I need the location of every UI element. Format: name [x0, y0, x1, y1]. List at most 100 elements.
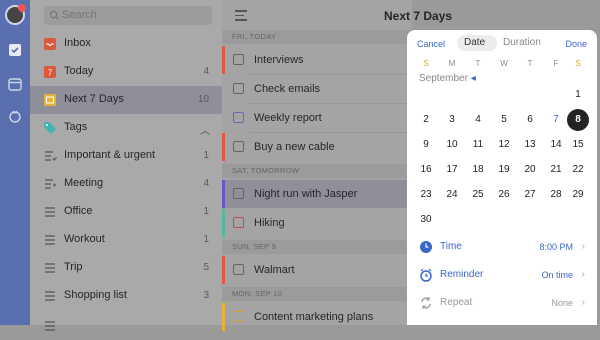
task-row[interactable]: Check emails — [222, 75, 412, 103]
list-icon — [45, 263, 55, 273]
calendar-day[interactable]: 18 — [467, 159, 489, 181]
calendar-day[interactable]: 29 — [567, 184, 589, 206]
calendar-day[interactable]: 2 — [415, 109, 437, 131]
task-row[interactable]: Buy a new cable — [222, 133, 412, 161]
calendar-day[interactable]: 8 — [567, 109, 589, 131]
calendar-day[interactable]: 9 — [415, 134, 437, 156]
weekday-label: S — [575, 59, 581, 68]
calendar-day[interactable]: 13 — [519, 134, 541, 156]
checkbox-icon[interactable] — [7, 42, 23, 58]
cancel-button[interactable]: Cancel — [417, 39, 445, 49]
group-heading: MON, SEP 10 — [222, 287, 412, 301]
task-title: Walmart — [254, 264, 295, 276]
calendar-day[interactable]: 20 — [519, 159, 541, 181]
option-label: Reminder — [440, 269, 484, 280]
list-icon — [45, 235, 55, 245]
task-checkbox[interactable] — [233, 112, 244, 123]
calendar-day[interactable]: 7 — [545, 109, 567, 131]
calendar-day[interactable]: 3 — [441, 109, 463, 131]
sidebar-item-label: Inbox — [64, 37, 91, 49]
calendar-day[interactable]: 22 — [567, 159, 589, 181]
calendar-day[interactable]: 19 — [493, 159, 515, 181]
sidebar-item-today[interactable]: 7 Today 4 — [30, 58, 222, 86]
task-row[interactable]: Weekly report — [222, 104, 412, 132]
tab-date[interactable]: Date — [464, 37, 485, 48]
task-row[interactable]: Walmart — [222, 256, 412, 284]
task-title: Hiking — [254, 217, 285, 229]
calendar-day[interactable]: 27 — [519, 184, 541, 206]
month-name: September — [419, 73, 468, 84]
menu-icon[interactable] — [235, 10, 247, 21]
priority-bar — [222, 46, 225, 74]
calendar-day[interactable]: 26 — [493, 184, 515, 206]
sidebar-item-label: Trip — [64, 261, 83, 273]
reminder-option[interactable]: Reminder On time › — [407, 263, 597, 289]
task-row[interactable]: Content marketing plans — [222, 303, 412, 331]
search-input[interactable]: Search — [44, 6, 212, 25]
calendar-day[interactable]: 25 — [467, 184, 489, 206]
calendar-day[interactable]: 23 — [415, 184, 437, 206]
sidebar-item-count: 3 — [203, 290, 209, 301]
sidebar-item-workout[interactable]: Workout 1 — [30, 226, 222, 254]
task-checkbox[interactable] — [233, 83, 244, 94]
calendar-day[interactable]: 4 — [467, 109, 489, 131]
repeat-option[interactable]: Repeat None › — [407, 291, 597, 317]
calendar-day[interactable]: 28 — [545, 184, 567, 206]
calendar-day[interactable]: 17 — [441, 159, 463, 181]
next-7-days-icon — [44, 94, 56, 106]
sidebar-item-label: Office — [64, 205, 93, 217]
sidebar-item-shopping-list[interactable]: Shopping list 3 — [30, 282, 222, 310]
month-label[interactable]: September ◂ — [419, 73, 476, 84]
task-checkbox[interactable] — [233, 141, 244, 152]
calendar-day[interactable]: 5 — [493, 109, 515, 131]
calendar-day[interactable]: 6 — [519, 109, 541, 131]
sidebar-item-label: Workout — [64, 233, 105, 245]
calendar-day[interactable]: 11 — [467, 134, 489, 156]
task-row[interactable]: Hiking — [222, 209, 412, 237]
sidebar-item-important-urgent[interactable]: Important & urgent 1 — [30, 142, 222, 170]
task-checkbox[interactable] — [233, 311, 244, 322]
pomodoro-icon[interactable] — [7, 108, 23, 124]
calendar-day[interactable]: 15 — [567, 134, 589, 156]
sidebar-item-count: 10 — [197, 94, 209, 105]
sidebar-item-office[interactable]: Office 1 — [30, 198, 222, 226]
weekday-label: S — [423, 59, 429, 68]
task-row[interactable]: Interviews — [222, 46, 412, 74]
task-row[interactable]: Night run with Jasper — [222, 180, 412, 208]
task-title: Interviews — [254, 54, 304, 66]
sidebar-item-partial[interactable] — [30, 312, 222, 340]
priority-bar — [222, 256, 225, 284]
task-checkbox[interactable] — [233, 54, 244, 65]
calendar-day[interactable]: 30 — [415, 209, 437, 231]
calendar-day[interactable]: 24 — [441, 184, 463, 206]
task-checkbox[interactable] — [233, 264, 244, 275]
inbox-icon — [44, 38, 56, 50]
calendar-day[interactable]: 21 — [545, 159, 567, 181]
task-checkbox[interactable] — [233, 217, 244, 228]
group-heading: SUN, SEP 9 — [222, 240, 412, 254]
calendar-day[interactable]: 10 — [441, 134, 463, 156]
task-checkbox[interactable] — [233, 188, 244, 199]
calendar-day[interactable]: 12 — [493, 134, 515, 156]
time-option[interactable]: Time 8:00 PM › — [407, 235, 597, 261]
tab-duration[interactable]: Duration — [503, 37, 541, 48]
calendar-icon[interactable] — [7, 76, 23, 92]
task-title: Night run with Jasper — [254, 188, 358, 200]
list-icon — [45, 321, 55, 331]
chevron-up-icon[interactable]: ︿ — [200, 122, 210, 137]
sidebar-item-tags[interactable]: Tags ︿ — [30, 114, 222, 142]
notification-dot — [18, 4, 26, 12]
sidebar-item-inbox[interactable]: Inbox — [30, 30, 222, 58]
sidebar-item-trip[interactable]: Trip 5 — [30, 254, 222, 282]
option-value: 8:00 PM — [539, 242, 573, 252]
calendar-day[interactable]: 16 — [415, 159, 437, 181]
avatar[interactable] — [5, 4, 26, 25]
calendar-day[interactable]: 14 — [545, 134, 567, 156]
calendar-day[interactable]: 1 — [567, 84, 589, 106]
weekday-label: W — [500, 59, 508, 68]
sidebar-item-next-7-days[interactable]: Next 7 Days 10 — [30, 86, 222, 114]
weekday-label: M — [448, 59, 456, 68]
sidebar-item-meeting[interactable]: Meeting 4 — [30, 170, 222, 198]
done-button[interactable]: Done — [565, 39, 587, 49]
month-arrow-icon: ◂ — [470, 73, 476, 84]
